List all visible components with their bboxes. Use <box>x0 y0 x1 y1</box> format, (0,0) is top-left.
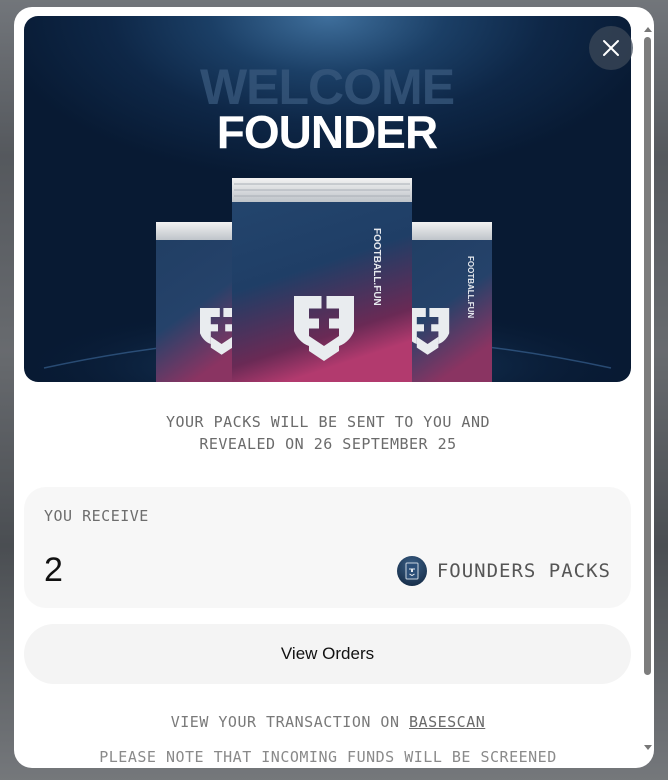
transaction-prefix: VIEW YOUR TRANSACTION ON <box>170 713 400 731</box>
modal-scroll-area: WELCOME FOUNDER FOOTBALL.FUN FOOTBALL.FU… <box>14 7 642 768</box>
notice-line-1: YOUR PACKS WILL BE SENT TO YOU AND <box>165 413 491 431</box>
close-button[interactable] <box>589 26 633 70</box>
scroll-up-arrow-icon[interactable] <box>644 27 652 32</box>
notice-line-2: REVEALED ON 26 SEPTEMBER 25 <box>199 435 457 453</box>
scroll-down-arrow-icon[interactable] <box>644 745 652 750</box>
receive-card: YOU RECEIVE 2 FOUNDERS PACKS <box>24 487 631 608</box>
pack-center-image: FOOTBALL.FUN <box>232 178 412 382</box>
scrollbar-thumb[interactable] <box>644 37 651 675</box>
screening-note: PLEASE NOTE THAT INCOMING FUNDS WILL BE … <box>99 748 557 766</box>
transaction-line: VIEW YOUR TRANSACTION ON BASESCAN <box>14 713 642 731</box>
founder-modal: WELCOME FOUNDER FOOTBALL.FUN FOOTBALL.FU… <box>14 7 654 768</box>
view-orders-button[interactable]: View Orders <box>24 624 631 684</box>
pack-right-image: FOOTBALL.FUN <box>402 222 492 382</box>
pack-name: FOUNDERS PACKS <box>436 560 611 582</box>
headline-founder: FOUNDER <box>217 106 438 158</box>
close-icon <box>603 40 619 56</box>
basescan-link[interactable]: BASESCAN <box>409 713 485 731</box>
founders-pack-icon <box>396 556 427 586</box>
pack-brand-right: FOOTBALL.FUN <box>466 256 475 318</box>
receive-label: YOU RECEIVE <box>44 507 149 525</box>
pack-brand-center: FOOTBALL.FUN <box>371 228 382 306</box>
welcome-founder-banner: WELCOME FOUNDER FOOTBALL.FUN FOOTBALL.FU… <box>24 16 631 382</box>
modal-scrollbar[interactable] <box>642 17 654 758</box>
receive-quantity: 2 <box>44 551 63 589</box>
pack-info: FOUNDERS PACKS <box>396 556 611 586</box>
